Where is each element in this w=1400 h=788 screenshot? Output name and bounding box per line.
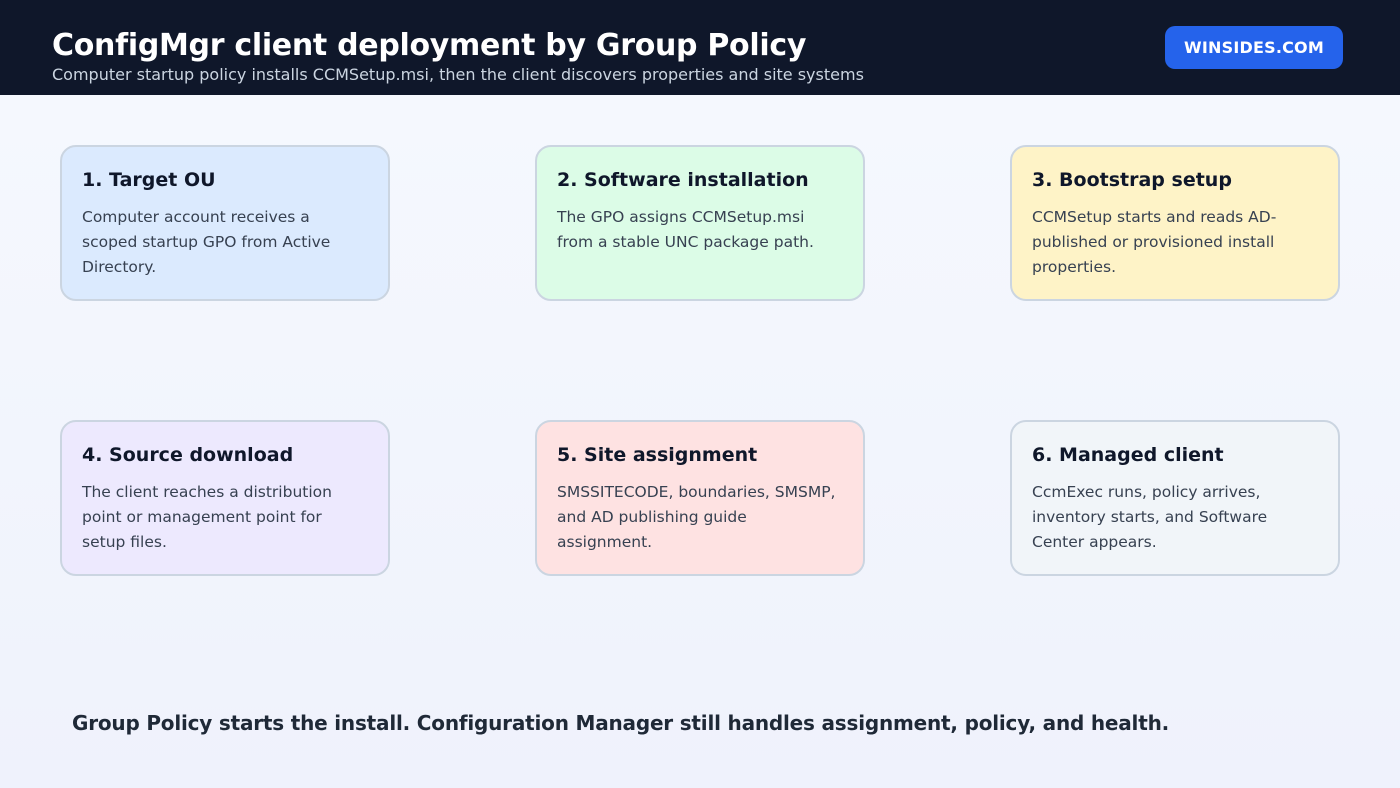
step-description: Computer account receives a scoped start… bbox=[82, 208, 331, 276]
step-title: 5. Site assignment bbox=[557, 444, 758, 466]
header-bar: ConfigMgr client deployment by Group Pol… bbox=[0, 0, 1400, 95]
step-card-bootstrap-setup: 3. Bootstrap setup CCMSetup starts and r… bbox=[1010, 145, 1340, 301]
step-card-site-assignment: 5. Site assignment SMSSITECODE, boundari… bbox=[535, 420, 865, 576]
step-card-source-download: 4. Source download The client reaches a … bbox=[60, 420, 390, 576]
step-title: 4. Source download bbox=[82, 444, 294, 466]
step-card-managed-client: 6. Managed client CcmExec runs, policy a… bbox=[1010, 420, 1340, 576]
step-description: SMSSITECODE, boundaries, SMSMP, and AD p… bbox=[557, 483, 836, 551]
step-title: 3. Bootstrap setup bbox=[1032, 169, 1232, 191]
step-description: CCMSetup starts and reads AD-published o… bbox=[1032, 208, 1277, 276]
brand-link-button[interactable]: WINSIDES.COM bbox=[1165, 26, 1343, 69]
step-description: CcmExec runs, policy arrives, inventory … bbox=[1032, 483, 1268, 551]
step-title: 2. Software installation bbox=[557, 169, 809, 191]
step-card-software-installation: 2. Software installation The GPO assigns… bbox=[535, 145, 865, 301]
page-subtitle: Computer startup policy installs CCMSetu… bbox=[52, 65, 864, 84]
step-description: The GPO assigns CCMSetup.msi from a stab… bbox=[557, 208, 814, 251]
step-title: 6. Managed client bbox=[1032, 444, 1224, 466]
step-card-target-ou: 1. Target OU Computer account receives a… bbox=[60, 145, 390, 301]
step-title: 1. Target OU bbox=[82, 169, 216, 191]
step-description: The client reaches a distribution point … bbox=[82, 483, 332, 551]
footer-note: Group Policy starts the install. Configu… bbox=[72, 711, 1170, 735]
page-title: ConfigMgr client deployment by Group Pol… bbox=[52, 28, 807, 63]
